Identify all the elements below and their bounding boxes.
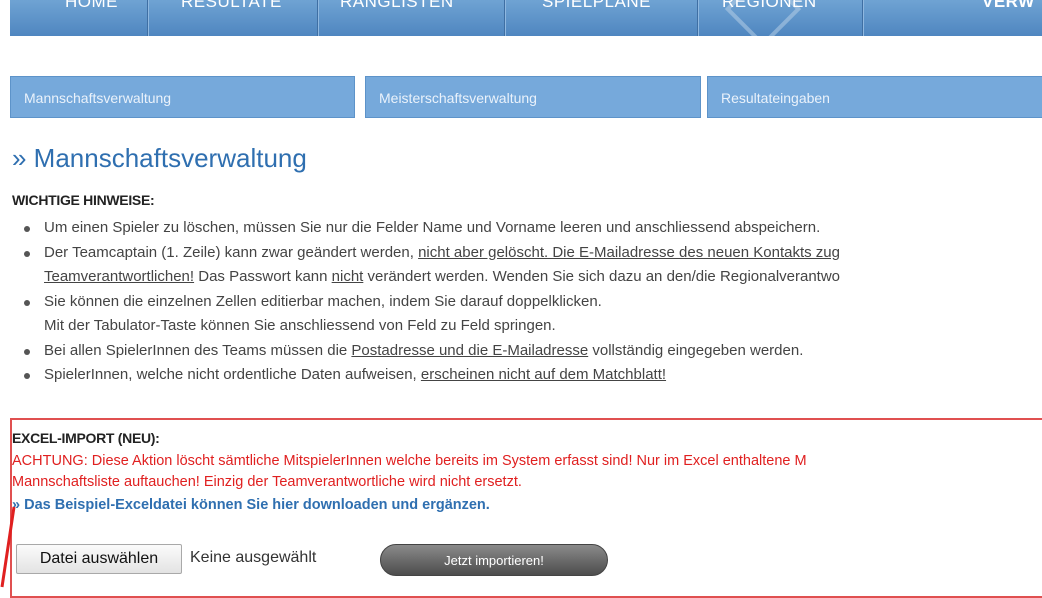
note-continuation: Mit der Tabulator-Taste können Sie ansch… bbox=[44, 317, 556, 334]
tab-resultateingaben[interactable]: Resultateingaben bbox=[707, 76, 1042, 118]
bullet-icon bbox=[24, 226, 30, 232]
list-item: Um einen Spieler zu löschen, müssen Sie … bbox=[22, 216, 1042, 241]
annotation-arrow-icon bbox=[0, 506, 16, 588]
note-continuation: Teamverantwortlichen! Das Passwort kann … bbox=[44, 265, 1042, 290]
notes-list: Um einen Spieler zu löschen, müssen Sie … bbox=[22, 216, 1042, 388]
list-item: Sie können die einzelnen Zellen editierb… bbox=[22, 290, 1042, 339]
nav-resultate[interactable]: RESULTATE bbox=[181, 0, 282, 26]
notes-heading: WICHTIGE HINWEISE: bbox=[12, 192, 155, 208]
note-text: Das Passwort kann bbox=[194, 268, 332, 285]
note-text: Bei allen SpielerInnen des Teams müssen … bbox=[44, 341, 352, 359]
download-example-link[interactable]: » Das Beispiel-Exceldatei können Sie hie… bbox=[12, 497, 490, 513]
tab-meisterschaftsverwaltung[interactable]: Meisterschaftsverwaltung bbox=[365, 76, 701, 118]
nav-ranglisten[interactable]: RANGLISTEN bbox=[340, 0, 454, 26]
note-emphasis: nicht aber gelöscht. Die E-Mailadresse d… bbox=[418, 243, 840, 261]
note-text: verändert werden. Wenden Sie sich dazu a… bbox=[363, 268, 841, 285]
list-item: SpielerInnen, welche nicht ordentliche D… bbox=[22, 363, 1042, 388]
note-emphasis: Postadresse und die E-Mailadresse bbox=[351, 341, 589, 359]
note-text: vollständig eingegeben werden. bbox=[588, 341, 804, 359]
warning-line: Mannschaftsliste auftauchen! Einzig der … bbox=[12, 474, 522, 490]
nav-home[interactable]: HOME bbox=[65, 0, 118, 26]
note-text: Sie können die einzelnen Zellen editierb… bbox=[44, 292, 602, 310]
nav-divider bbox=[147, 0, 149, 36]
excel-warning: ACHTUNG: Diese Aktion löscht sämtliche M… bbox=[12, 451, 1042, 493]
import-button[interactable]: Jetzt importieren! bbox=[380, 544, 608, 576]
choose-file-button[interactable]: Datei auswählen bbox=[16, 544, 182, 574]
nav-verwaltung[interactable]: VERW bbox=[982, 0, 1035, 26]
warning-line: ACHTUNG: Diese Aktion löscht sämtliche M… bbox=[12, 453, 807, 469]
note-text: Der Teamcaptain (1. Zeile) kann zwar geä… bbox=[44, 243, 419, 261]
bullet-icon bbox=[24, 348, 30, 355]
bullet-icon bbox=[24, 373, 30, 379]
list-item: Der Teamcaptain (1. Zeile) kann zwar geä… bbox=[22, 241, 1042, 290]
nav-divider bbox=[317, 0, 319, 36]
note-text: SpielerInnen, welche nicht ordentliche D… bbox=[44, 366, 421, 383]
nav-divider bbox=[504, 0, 506, 36]
tab-mannschaftsverwaltung[interactable]: Mannschaftsverwaltung bbox=[10, 76, 355, 118]
file-status: Keine ausgewählt bbox=[190, 549, 317, 566]
nav-divider bbox=[697, 0, 699, 36]
note-emphasis: nicht bbox=[331, 268, 364, 285]
list-item: Bei allen SpielerInnen des Teams müssen … bbox=[22, 339, 1042, 364]
note-emphasis: Teamverantwortlichen! bbox=[44, 268, 195, 285]
nav-regionen[interactable]: REGIONEN bbox=[722, 0, 817, 26]
page-title: » Mannschaftsverwaltung bbox=[12, 143, 307, 173]
nav-divider bbox=[862, 0, 864, 36]
note-text: Um einen Spieler zu löschen, müssen Sie … bbox=[44, 219, 821, 236]
main-navigation: HOME RESULTATE RANGLISTEN SPIELPLÄNE REG… bbox=[10, 0, 1042, 36]
bullet-icon bbox=[24, 250, 30, 257]
excel-import-heading: EXCEL-IMPORT (NEU): bbox=[12, 430, 160, 446]
note-emphasis: erscheinen nicht auf dem Matchblatt! bbox=[420, 366, 667, 383]
bullet-icon bbox=[24, 299, 30, 306]
nav-spielplaene[interactable]: SPIELPLÄNE bbox=[542, 0, 651, 26]
